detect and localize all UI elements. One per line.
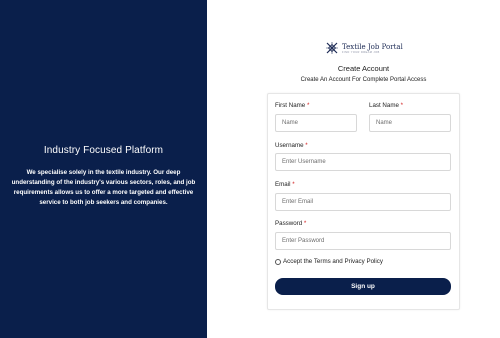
terms-option[interactable]: Accept the Terms and Privacy Policy — [275, 258, 383, 265]
left-panel: Industry Focused Platform We specialise … — [0, 0, 207, 338]
brand-logo-link[interactable]: Textile Job Portal FIND YOUR DREAM JOB — [325, 41, 403, 55]
brand-name: Textile Job Portal — [342, 42, 403, 51]
textile-logo-icon — [326, 42, 338, 54]
first-name-placeholder: Name — [282, 120, 299, 126]
password-label: Password * — [275, 220, 307, 227]
required-marker: * — [292, 181, 295, 188]
terms-radio[interactable] — [275, 258, 281, 265]
username-label: Username * — [275, 142, 308, 149]
required-marker: * — [307, 102, 310, 109]
username-placeholder: Enter Username — [282, 159, 326, 165]
email-placeholder: Enter Email — [282, 199, 314, 205]
brand-text: Textile Job Portal FIND YOUR DREAM JOB — [342, 43, 403, 54]
signup-button[interactable]: Sign up — [275, 278, 451, 295]
first-name-label: First Name * — [275, 102, 310, 109]
page-title: Create Account — [337, 64, 390, 73]
page-subtitle: Create An Account For Complete Portal Ac… — [300, 77, 427, 83]
left-panel-title: Industry Focused Platform — [43, 145, 164, 156]
brand-tagline: FIND YOUR DREAM JOB — [342, 50, 380, 54]
left-panel-description: We specialise solely in the textile indu… — [11, 169, 196, 206]
last-name-input[interactable]: Name — [369, 114, 451, 132]
last-name-placeholder: Name — [376, 120, 393, 126]
email-label: Email * — [275, 181, 295, 188]
required-marker: * — [305, 142, 308, 149]
last-name-label: Last Name * — [369, 102, 404, 109]
first-name-input[interactable]: Name — [275, 114, 357, 132]
email-input[interactable]: Enter Email — [275, 193, 451, 211]
required-marker: * — [400, 102, 404, 109]
password-input[interactable]: Enter Password — [275, 232, 451, 250]
required-marker: * — [303, 220, 307, 227]
terms-label: Accept the Terms and Privacy Policy — [283, 258, 383, 265]
username-input[interactable]: Enter Username — [275, 153, 451, 171]
password-placeholder: Enter Password — [282, 238, 325, 244]
